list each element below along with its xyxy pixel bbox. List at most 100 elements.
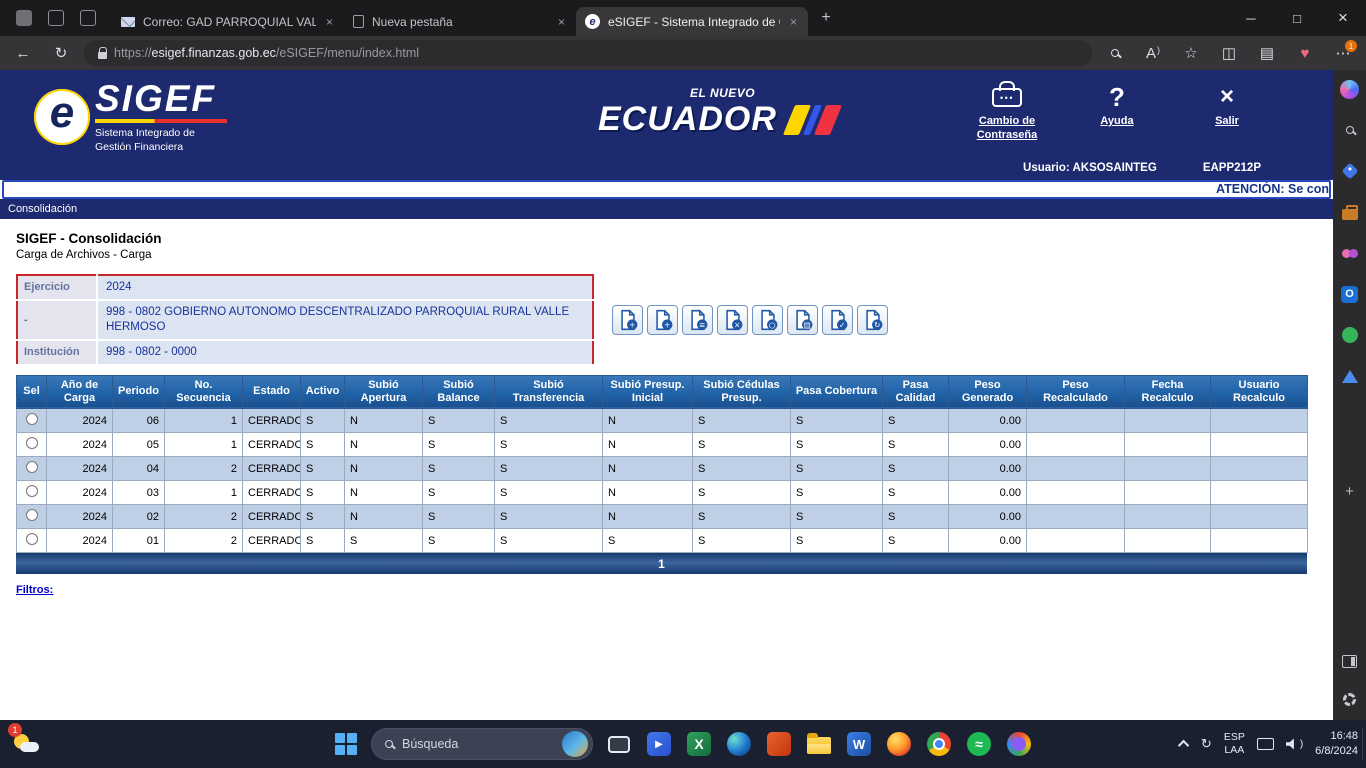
refresh-button[interactable]: ↻ [46, 39, 76, 67]
browser-tab[interactable]: eeSIGEF - Sistema Integrado de G× [576, 7, 808, 36]
cell: 0.00 [949, 529, 1027, 553]
new-file-button[interactable]: + [612, 305, 643, 335]
task-view-icon[interactable] [599, 724, 639, 764]
taskbar-search[interactable]: Búsqueda [371, 728, 593, 760]
address-bar[interactable]: https://esigef.finanzas.gob.ec/eSIGEF/me… [84, 40, 1092, 66]
back-button[interactable]: ← [8, 39, 38, 67]
tab-tools-icon[interactable] [16, 10, 32, 26]
browser-tab[interactable]: Nueva pestaña × [344, 7, 576, 36]
add-file-button[interactable]: + [647, 305, 678, 335]
row-select-radio[interactable] [26, 461, 38, 473]
file-details-button[interactable]: ≡ [682, 305, 713, 335]
cell: 2024 [47, 481, 113, 505]
tab-close-icon[interactable]: × [324, 15, 335, 29]
widgets-button[interactable]: 1 [10, 726, 46, 762]
search-page-icon[interactable] [1100, 39, 1130, 67]
cell [1125, 457, 1211, 481]
table-row: 2024012CERRADOSSSSSSSS0.00 [17, 529, 1308, 553]
microsoft-365-icon[interactable] [759, 724, 799, 764]
tray-chevron-icon[interactable] [1178, 740, 1189, 751]
row-select-radio[interactable] [26, 413, 38, 425]
media-app-icon[interactable]: ▶ [639, 724, 679, 764]
file-explorer-icon[interactable] [799, 724, 839, 764]
collections-icon[interactable]: ▤ [1252, 39, 1282, 67]
cell: S [791, 481, 883, 505]
split-screen-icon[interactable]: ◫ [1214, 39, 1244, 67]
cell: S [693, 505, 791, 529]
cell: S [423, 505, 495, 529]
cell: 0.00 [949, 505, 1027, 529]
filters-link[interactable]: Filtros: [16, 584, 53, 596]
minimize-button[interactable]: ─ [1228, 0, 1274, 36]
tab-close-icon[interactable]: × [788, 15, 799, 29]
menu-consolidacion[interactable]: Consolidación [8, 203, 77, 215]
row-select-radio[interactable] [26, 533, 38, 545]
microsoft-365-icon[interactable] [1339, 201, 1361, 223]
change-password-link[interactable]: •••Cambio de Contraseña [963, 82, 1051, 143]
logo-underline [95, 119, 227, 123]
cell: S [883, 481, 949, 505]
spotify-icon[interactable]: ≈ [959, 724, 999, 764]
browser-tab[interactable]: Correo: GAD PARROQUIAL VALLE× [112, 7, 344, 36]
add-sidebar-icon[interactable]: + [1339, 480, 1361, 502]
vertical-tabs-icon[interactable] [80, 10, 96, 26]
close-button[interactable]: × [1320, 0, 1366, 36]
search-icon[interactable] [1339, 119, 1361, 141]
read-aloud-icon[interactable]: A) [1138, 39, 1168, 67]
app-menubar: Consolidación [0, 199, 1333, 219]
sidebar-settings-icon[interactable] [1339, 688, 1361, 710]
page-number[interactable]: 1 [658, 557, 665, 571]
row-select-radio[interactable] [26, 485, 38, 497]
shopping-icon[interactable] [1339, 160, 1361, 182]
cell: 0.00 [949, 409, 1027, 433]
tab-close-icon[interactable]: × [556, 15, 567, 29]
titlebar-left-icons [0, 10, 112, 26]
logout-link[interactable]: ×Salir [1183, 82, 1271, 129]
cell: S [301, 529, 345, 553]
show-desktop-button[interactable] [1362, 728, 1366, 760]
volume-icon[interactable]: ) [1286, 738, 1303, 750]
start-button[interactable] [327, 725, 365, 763]
drop-icon[interactable] [1339, 365, 1361, 387]
firefox-icon[interactable] [879, 724, 919, 764]
help-link[interactable]: ?Ayuda [1073, 82, 1161, 129]
tab-title: Nueva pestaña [372, 15, 548, 29]
cell: CERRADO [243, 409, 301, 433]
row-select-radio[interactable] [26, 509, 38, 521]
excel-icon[interactable]: X [679, 724, 719, 764]
people-icon[interactable] [1339, 242, 1361, 264]
web-page: e SIGEF Sistema Integrado de Gestión Fin… [0, 70, 1333, 720]
green-app-icon[interactable] [1339, 324, 1361, 346]
sync-icon[interactable]: ↻ [1201, 736, 1212, 752]
cell: N [603, 433, 693, 457]
touch-keyboard-icon[interactable] [1257, 738, 1274, 750]
workspaces-icon[interactable] [48, 10, 64, 26]
maximize-button[interactable]: □ [1274, 0, 1320, 36]
sidebar-panel-icon[interactable] [1339, 650, 1361, 672]
settings-more-icon[interactable]: ⋯1 [1328, 39, 1358, 67]
new-tab-button[interactable]: + [812, 4, 840, 32]
cell: CERRADO [243, 529, 301, 553]
cell [1125, 409, 1211, 433]
add-favorite-icon[interactable]: ☆ [1176, 39, 1206, 67]
cell: 01 [113, 529, 165, 553]
clock[interactable]: 16:48 6/8/2024 [1315, 729, 1358, 759]
word-icon[interactable]: W [839, 724, 879, 764]
language-indicator[interactable]: ESP LAA [1224, 731, 1245, 757]
edge-icon[interactable] [719, 724, 759, 764]
search-file-button[interactable]: ○ [752, 305, 783, 335]
browser-profile-icon[interactable] [999, 724, 1039, 764]
outlook-icon[interactable]: O [1339, 283, 1361, 305]
browser-essentials-icon[interactable]: ♥ [1290, 39, 1320, 67]
approve-file-button[interactable]: ✓ [822, 305, 853, 335]
cell: S [301, 481, 345, 505]
copilot-icon[interactable] [1339, 78, 1361, 100]
url-path: /eSIGEF/menu/index.html [276, 46, 419, 60]
cancel-file-button[interactable]: × [717, 305, 748, 335]
recalculate-button[interactable]: ↻ [857, 305, 888, 335]
print-button[interactable]: ▤ [787, 305, 818, 335]
cell [1211, 529, 1308, 553]
chrome-icon[interactable] [919, 724, 959, 764]
column-header: Peso Recalculado [1027, 375, 1125, 408]
row-select-radio[interactable] [26, 437, 38, 449]
